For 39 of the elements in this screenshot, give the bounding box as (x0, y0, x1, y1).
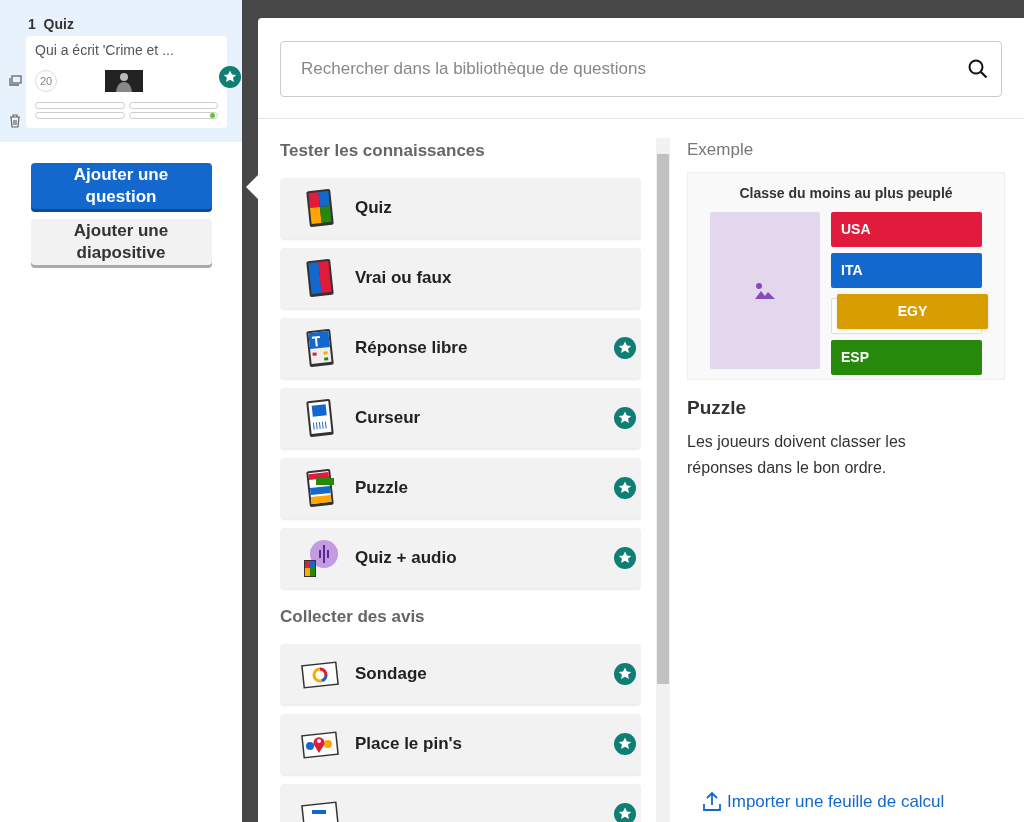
import-spreadsheet-link[interactable]: Importer une feuille de calcul (703, 788, 1005, 814)
slide-card[interactable]: Qui a écrit 'Crime et ... 20 (26, 36, 227, 128)
add-question-button[interactable]: Ajouter une question (30, 163, 212, 209)
preview-question: Classe du moins au plus peuplé (739, 184, 953, 203)
answer-tile[interactable]: ITA (831, 253, 982, 288)
answer-tile[interactable]: ESP (831, 340, 982, 375)
slide-title: 1 Quiz (27, 15, 75, 34)
item-label: Puzzle (355, 477, 409, 500)
search-field[interactable]: Rechercher dans la bibliothèque de questions (280, 41, 1002, 97)
question-type-item[interactable]: Quiz (280, 178, 641, 238)
item-label: Quiz (355, 197, 393, 220)
question-type-item[interactable]: Réponse libre (280, 318, 641, 378)
question-type-item[interactable]: Place le pin's (280, 714, 641, 774)
question-text: Qui a écrit 'Crime et ... (35, 41, 175, 60)
question-type-item[interactable]: Sondage (280, 644, 641, 704)
question-type-item[interactable]: Puzzle (280, 458, 641, 518)
type-description: Les joueurs doivent classer les réponses dans le bon ordre. (687, 431, 907, 478)
type-title: Puzzle (687, 396, 748, 420)
audio-tile-icon (302, 538, 338, 578)
section-heading: Tester les connaissances (280, 140, 486, 162)
search-icon[interactable] (968, 59, 988, 79)
item-label: Réponse libre (355, 337, 469, 360)
upload-icon (703, 791, 721, 812)
trash-icon[interactable] (9, 114, 21, 128)
image-icon (755, 282, 775, 299)
item-label: Vrai ou faux (355, 267, 453, 290)
question-type-item[interactable]: Curseur (280, 388, 641, 448)
question-type-item[interactable]: Quiz + audio (280, 528, 641, 588)
add-slide-button[interactable]: Ajouter une diapositive (30, 219, 212, 265)
question-type-item[interactable]: Vrai ou faux (280, 248, 641, 308)
section-heading: Collecter des avis (280, 606, 426, 628)
item-label: Quiz + audio (355, 547, 458, 570)
item-label: Place le pin's (355, 733, 464, 756)
scrollbar[interactable] (656, 138, 670, 822)
item-label: Sondage (355, 663, 428, 686)
example-heading: Exemple (687, 139, 755, 161)
answer-tile[interactable]: USA (831, 212, 982, 247)
item-label: Curseur (355, 407, 422, 430)
duplicate-icon[interactable] (8, 74, 22, 88)
